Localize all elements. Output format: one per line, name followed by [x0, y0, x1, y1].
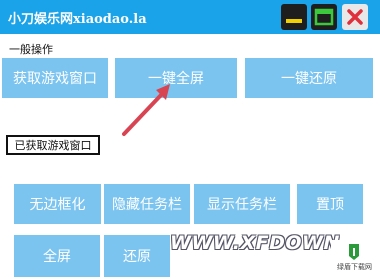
- close-icon: [347, 9, 363, 25]
- title-bar: 小刀娱乐网xiaodao.la: [0, 0, 380, 34]
- section-label-general: 一般操作: [9, 43, 53, 56]
- one-click-restore-button[interactable]: 一键还原: [245, 58, 373, 98]
- status-box: 已获取游戏窗口: [6, 135, 100, 155]
- maximize-button[interactable]: [311, 4, 337, 30]
- show-taskbar-button[interactable]: 显示任务栏: [194, 184, 290, 224]
- watermark-text: WWW.XFDOWN: [170, 232, 340, 254]
- fullscreen-button[interactable]: 全屏: [14, 235, 100, 277]
- minimize-icon: [286, 19, 302, 23]
- topmost-button[interactable]: 置顶: [297, 184, 363, 224]
- maximize-icon: [314, 8, 334, 26]
- arrow-annotation-icon: [122, 84, 170, 136]
- close-button[interactable]: [342, 4, 368, 30]
- get-game-window-button[interactable]: 获取游戏窗口: [2, 58, 108, 98]
- logo-caption: 绿盾下载网: [337, 263, 372, 271]
- restore-button[interactable]: 还原: [104, 235, 170, 277]
- window-title: 小刀娱乐网xiaodao.la: [8, 12, 147, 27]
- minimize-button[interactable]: [281, 4, 307, 30]
- hide-taskbar-button[interactable]: 隐藏任务栏: [104, 184, 190, 224]
- borderless-button[interactable]: 无边框化: [14, 184, 101, 224]
